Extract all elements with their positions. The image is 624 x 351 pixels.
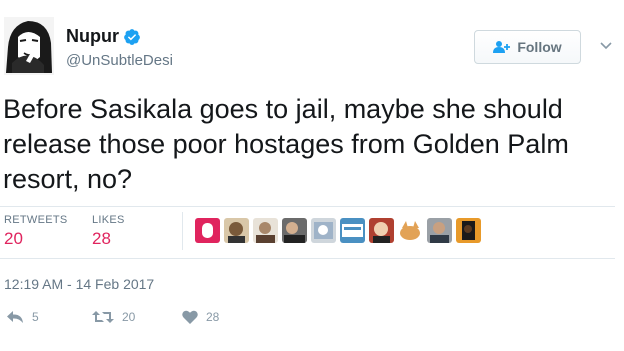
author-handle[interactable]: @UnSubtleDesi xyxy=(66,52,173,69)
tweet-text: Before Sasikala goes to jail, maybe she … xyxy=(3,94,569,194)
likes-value: 28 xyxy=(92,229,111,248)
retweet-button[interactable]: 20 xyxy=(92,310,135,324)
liker-avatar[interactable] xyxy=(369,218,394,243)
verified-badge-icon xyxy=(124,28,140,45)
likes-stat[interactable]: LIKES 28 xyxy=(92,214,125,249)
retweets-label: RETWEETS xyxy=(4,214,68,226)
liker-avatar[interactable] xyxy=(340,218,365,243)
liker-avatar[interactable] xyxy=(282,218,307,243)
author-name[interactable]: Nupur xyxy=(66,26,119,47)
heart-icon xyxy=(182,310,198,324)
liker-avatar[interactable] xyxy=(253,218,278,243)
like-button[interactable]: 28 xyxy=(182,310,219,324)
liker-avatar[interactable] xyxy=(398,218,423,243)
tweet-timestamp[interactable]: 12:19 AM - 14 Feb 2017 xyxy=(4,276,154,292)
person-plus-icon xyxy=(493,41,511,53)
likes-label: LIKES xyxy=(92,214,125,226)
author-name-row[interactable]: Nupur xyxy=(66,26,141,47)
follow-label: Follow xyxy=(517,39,562,55)
follow-button[interactable]: Follow xyxy=(474,30,581,64)
avatar[interactable] xyxy=(4,17,54,75)
retweet-count: 20 xyxy=(122,310,136,324)
stats-divider xyxy=(182,212,183,250)
retweet-icon xyxy=(92,311,114,323)
liker-avatar[interactable] xyxy=(456,218,481,243)
chevron-down-icon[interactable] xyxy=(599,39,613,53)
divider xyxy=(0,258,615,259)
liker-avatar[interactable] xyxy=(224,218,249,243)
reply-button[interactable]: 5 xyxy=(6,310,39,324)
retweets-value: 20 xyxy=(4,229,23,248)
liker-avatar[interactable] xyxy=(195,218,220,243)
liker-avatar[interactable] xyxy=(427,218,452,243)
retweets-stat[interactable]: RETWEETS 20 xyxy=(4,214,68,249)
liker-avatars xyxy=(195,218,481,243)
reply-count: 5 xyxy=(32,310,39,324)
liker-avatar[interactable] xyxy=(311,218,336,243)
reply-icon xyxy=(7,311,23,323)
like-count: 28 xyxy=(206,310,220,324)
divider xyxy=(0,206,615,207)
